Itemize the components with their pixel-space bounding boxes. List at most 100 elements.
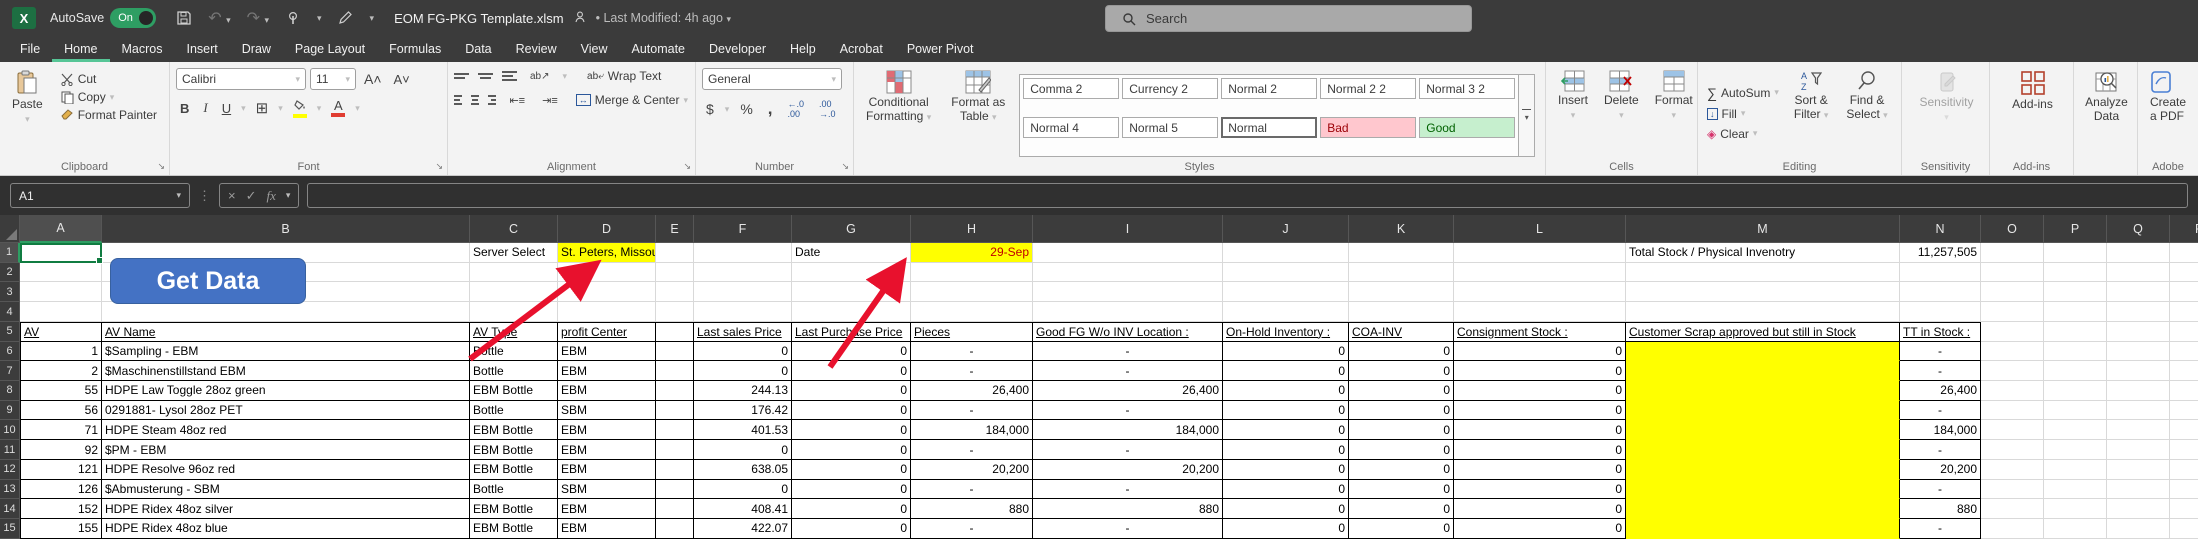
col-header-B[interactable]: B: [102, 215, 470, 243]
menu-review[interactable]: Review: [504, 36, 569, 62]
cell[interactable]: [2107, 401, 2170, 421]
create-pdf-button[interactable]: Createa PDF: [2144, 68, 2194, 126]
font-name-select[interactable]: Calibri▾: [176, 68, 306, 90]
cell[interactable]: Good FG W/o INV Location :: [1033, 322, 1223, 342]
cell[interactable]: [2107, 302, 2170, 322]
cell[interactable]: 0: [1223, 381, 1349, 401]
cell[interactable]: EBM Bottle: [470, 440, 558, 460]
cell[interactable]: [656, 263, 694, 283]
cell[interactable]: EBM: [558, 519, 656, 539]
cell[interactable]: [2170, 519, 2198, 539]
cell[interactable]: [2044, 440, 2107, 460]
align-center-icon[interactable]: [471, 93, 479, 107]
cell[interactable]: [656, 342, 694, 362]
cell[interactable]: [2170, 440, 2198, 460]
cell[interactable]: 11,257,505: [1900, 243, 1981, 263]
menu-insert[interactable]: Insert: [174, 36, 229, 62]
col-header-R[interactable]: R: [2170, 215, 2198, 243]
row-header-7[interactable]: 7: [0, 361, 20, 381]
document-title[interactable]: EOM FG-PKG Template.xlsm: [394, 11, 564, 26]
cell[interactable]: 0: [1349, 519, 1454, 539]
cell[interactable]: [1981, 480, 2044, 500]
cell[interactable]: [2044, 381, 2107, 401]
enter-formula-icon[interactable]: ✓: [246, 188, 257, 204]
cell[interactable]: 55: [20, 381, 102, 401]
cell[interactable]: 880: [911, 499, 1033, 519]
menu-page-layout[interactable]: Page Layout: [283, 36, 377, 62]
menu-formulas[interactable]: Formulas: [377, 36, 453, 62]
cell[interactable]: -: [911, 440, 1033, 460]
col-header-G[interactable]: G: [792, 215, 911, 243]
cell[interactable]: [2107, 381, 2170, 401]
number-format-select[interactable]: General▾: [702, 68, 842, 90]
cell[interactable]: [1981, 302, 2044, 322]
menu-automate[interactable]: Automate: [620, 36, 698, 62]
row-header-10[interactable]: 10: [0, 420, 20, 440]
cell[interactable]: [2170, 302, 2198, 322]
autosave-toggle[interactable]: On: [110, 8, 156, 28]
cell[interactable]: [2044, 322, 2107, 342]
cell[interactable]: [20, 243, 102, 263]
cell[interactable]: 26,400: [1900, 381, 1981, 401]
menu-draw[interactable]: Draw: [230, 36, 283, 62]
col-header-N[interactable]: N: [1900, 215, 1981, 243]
cell[interactable]: 29-Sep: [911, 243, 1033, 263]
cell[interactable]: -: [1900, 519, 1981, 539]
row-header-15[interactable]: 15: [0, 519, 20, 539]
cell[interactable]: Consignment Stock :: [1454, 322, 1626, 342]
cell[interactable]: 126: [20, 480, 102, 500]
menu-developer[interactable]: Developer: [697, 36, 778, 62]
insert-cells-button[interactable]: Insert▾: [1552, 68, 1594, 157]
cell[interactable]: [656, 499, 694, 519]
cell[interactable]: 0: [1454, 480, 1626, 500]
cell[interactable]: [1223, 243, 1349, 263]
cell[interactable]: [1626, 263, 1900, 283]
bold-button[interactable]: B: [176, 100, 193, 117]
cell[interactable]: 26,400: [911, 381, 1033, 401]
style-chip-currency-2[interactable]: Currency 2: [1122, 78, 1218, 99]
cell[interactable]: 0: [1454, 440, 1626, 460]
align-middle-icon[interactable]: [478, 71, 493, 81]
cell[interactable]: EBM: [558, 361, 656, 381]
cell[interactable]: [1223, 302, 1349, 322]
cell[interactable]: SBM: [558, 401, 656, 421]
cell[interactable]: [1981, 381, 2044, 401]
style-chip-normal-4[interactable]: Normal 4: [1023, 117, 1119, 138]
italic-button[interactable]: I: [199, 99, 211, 117]
permissions-icon[interactable]: [574, 10, 588, 27]
cell[interactable]: HDPE Ridex 48oz blue: [102, 519, 470, 539]
row-header-4[interactable]: 4: [0, 302, 20, 322]
cell[interactable]: [2170, 460, 2198, 480]
cell[interactable]: 0: [1454, 342, 1626, 362]
delete-cells-button[interactable]: Delete▾: [1598, 68, 1645, 157]
style-chip-good[interactable]: Good: [1419, 117, 1515, 138]
cell[interactable]: 0: [1223, 460, 1349, 480]
cell[interactable]: 0: [792, 480, 911, 500]
cell[interactable]: 0: [1223, 499, 1349, 519]
cell[interactable]: 408.41: [694, 499, 792, 519]
cell[interactable]: -: [911, 480, 1033, 500]
alignment-dialog-launcher[interactable]: ↘: [683, 161, 691, 172]
cell[interactable]: [2107, 282, 2170, 302]
cell[interactable]: [558, 282, 656, 302]
last-modified[interactable]: • Last Modified: 4h ago ▾: [596, 11, 731, 25]
cell[interactable]: Bottle: [470, 342, 558, 362]
cell[interactable]: [1981, 420, 2044, 440]
col-header-M[interactable]: M: [1626, 215, 1900, 243]
cell[interactable]: 0: [1349, 401, 1454, 421]
cell[interactable]: Bottle: [470, 361, 558, 381]
cell[interactable]: [2170, 243, 2198, 263]
cell[interactable]: 0: [792, 420, 911, 440]
cell[interactable]: -: [1900, 480, 1981, 500]
format-cells-button[interactable]: Format▾: [1649, 68, 1699, 157]
cell[interactable]: [656, 480, 694, 500]
cell[interactable]: [2170, 282, 2198, 302]
cell[interactable]: 0: [1454, 519, 1626, 539]
cell[interactable]: [2107, 243, 2170, 263]
cell[interactable]: Last sales Price: [694, 322, 792, 342]
cell[interactable]: [656, 322, 694, 342]
cell[interactable]: [1626, 282, 1900, 302]
col-header-C[interactable]: C: [470, 215, 558, 243]
col-header-D[interactable]: D: [558, 215, 656, 243]
cell[interactable]: [656, 302, 694, 322]
